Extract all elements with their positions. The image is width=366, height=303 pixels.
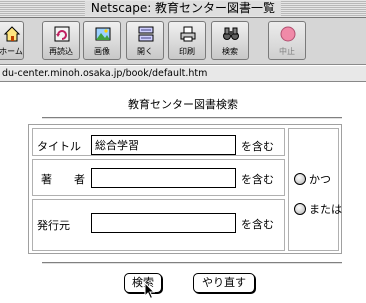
title-suffix: を含む [241,140,274,153]
find-button[interactable]: 検索 [211,21,249,60]
toolbar: ホーム 再読込 画像 開く 印刷 検索 中止 [0,18,366,65]
images-label: 画像 [94,47,110,56]
operator-cell [288,128,339,251]
reload-button[interactable]: 再読込 [42,21,80,60]
author-input[interactable] [91,168,236,188]
images-icon [95,27,111,41]
mouse-pointer-icon [144,282,156,300]
location-bar[interactable]: du-center.minoh.osaka.jp/book/default.ht… [0,66,366,82]
find-label: 検索 [222,47,238,56]
print-label: 印刷 [179,47,195,56]
search-form: タイトル を含む 著 者 を含む 発行元 を含む かつ または [28,124,342,254]
or-radio[interactable] [294,203,306,215]
location-url[interactable]: du-center.minoh.osaka.jp/book/default.ht… [2,67,207,80]
images-button[interactable]: 画像 [83,21,121,60]
publisher-field-label: 発行元 [37,219,70,232]
and-radio[interactable] [294,173,306,185]
reload-icon [54,26,70,42]
home-button[interactable]: ホーム [0,21,24,60]
publisher-input[interactable] [91,213,236,233]
open-icon [138,26,154,42]
open-button[interactable]: 開く [126,21,164,60]
open-label: 開く [137,47,153,56]
or-label: または [309,203,342,216]
page-title: 教育センター図書検索 [128,98,238,111]
print-button[interactable]: 印刷 [168,21,206,60]
home-label: ホーム [0,47,23,56]
reload-label: 再読込 [49,47,73,56]
search-button[interactable]: 検索 [124,273,162,293]
title-bar: Netscape: 教育センター図書一覧 [0,0,366,18]
title-input[interactable] [91,135,236,155]
publisher-suffix: を含む [241,218,274,231]
author-field-label: 著 者 [41,173,85,186]
bottom-divider [42,262,342,264]
reset-button[interactable]: やり直す [193,273,255,293]
stop-label: 中止 [279,47,295,56]
and-label: かつ [309,173,331,186]
top-divider [42,117,342,119]
binoculars-icon [223,27,239,40]
author-suffix: を含む [241,173,274,186]
title-field-label: タイトル [37,140,81,153]
home-icon [3,26,21,42]
stop-button[interactable]: 中止 [268,21,306,60]
window-title: Netscape: 教育センター図書一覧 [84,1,282,16]
print-icon [180,26,196,42]
stop-icon [280,26,296,42]
